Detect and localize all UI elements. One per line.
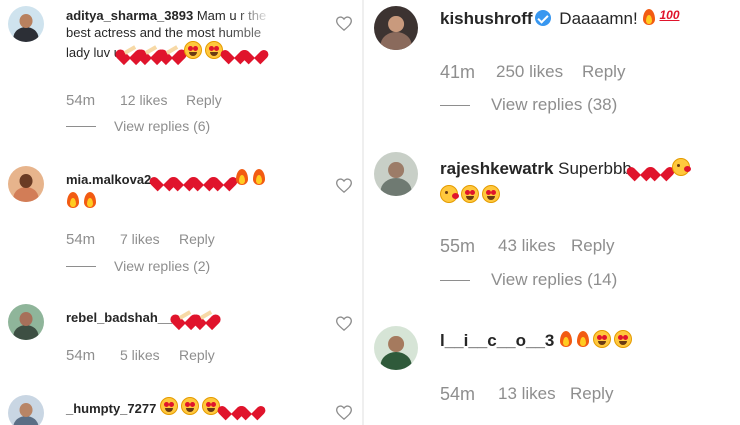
comments-column-right: kishushroff Daaaamn! 100 41m 250 likes R… <box>364 0 740 425</box>
hundred-icon: 100 <box>659 8 680 22</box>
comment-likes[interactable]: 7 likes <box>120 231 160 247</box>
red-heart-icon <box>652 161 669 176</box>
heart-eyes-icon <box>159 397 178 415</box>
avatar[interactable] <box>8 395 44 425</box>
reply-button[interactable]: Reply <box>570 384 613 404</box>
replies-line <box>66 126 96 127</box>
comment-time: 41m <box>440 62 476 82</box>
comment-meta: 54m 12 likes Reply <box>66 92 266 110</box>
fire-icon <box>576 330 590 348</box>
replies-line <box>66 266 96 267</box>
comment-text: Daaaamn! <box>559 9 638 28</box>
comment-meta: 41m 250 likes Reply <box>440 62 690 82</box>
comment-body: mia.malkova2 <box>66 168 326 211</box>
view-replies-link[interactable]: View replies (6) <box>66 118 266 134</box>
heart-eyes-icon <box>593 330 612 348</box>
comment-likes[interactable]: 5 likes <box>120 347 160 363</box>
comment-time: 54m <box>440 384 476 404</box>
comment-likes[interactable]: 12 likes <box>120 92 167 108</box>
red-heart-icon <box>215 171 232 186</box>
comment-item: _humpty_7277 <box>0 385 362 425</box>
comment-time: 54m <box>66 92 96 109</box>
avatar[interactable] <box>8 166 44 202</box>
avatar[interactable] <box>8 304 44 340</box>
fire-icon <box>559 330 573 348</box>
comment-text: Mam u r the <box>196 8 267 23</box>
avatar[interactable] <box>374 152 418 196</box>
comment-username[interactable]: mia.malkova2 <box>66 172 151 187</box>
comment-body: rajeshkewatrk Superbbb <box>440 155 730 209</box>
comment-username[interactable]: kishushroff <box>440 9 533 28</box>
comment-body: l__i__c__o__3 <box>440 330 730 352</box>
red-heart-icon <box>246 44 263 59</box>
comment-username[interactable]: rebel_badshah__ <box>66 310 172 325</box>
reply-button[interactable]: Reply <box>179 347 215 363</box>
comment-meta: 55m 43 likes Reply <box>440 236 690 256</box>
replies-line <box>440 280 470 281</box>
comment-time: 54m <box>66 231 96 248</box>
comment-item: mia.malkova2 54m 7 likes Reply View repl… <box>0 150 362 290</box>
heart-eyes-icon <box>180 397 199 415</box>
replies-line <box>440 105 470 106</box>
comment-meta: 54m 13 likes Reply <box>440 384 690 404</box>
fire-icon <box>83 191 97 209</box>
comment-username[interactable]: aditya_sharma_3893 <box>66 8 193 23</box>
heart-eyes-icon <box>461 185 479 204</box>
comment-time: 55m <box>440 236 476 256</box>
comment-text: Superbbb <box>558 159 632 178</box>
avatar[interactable] <box>8 6 44 42</box>
comment-meta: 54m 5 likes Reply <box>66 347 266 365</box>
comment-text: best actress and the most humble <box>66 25 326 42</box>
comment-body: aditya_sharma_3893 Mam u r the best actr… <box>66 8 326 62</box>
like-heart-icon[interactable] <box>335 405 353 421</box>
like-heart-icon[interactable] <box>335 16 353 32</box>
heart-eyes-icon <box>183 41 202 60</box>
comment-item: rebel_badshah__ 54m 5 likes Reply <box>0 290 362 385</box>
fire-icon <box>642 8 656 26</box>
heart-hurt-icon <box>163 43 181 59</box>
fire-icon <box>252 168 266 186</box>
like-heart-icon[interactable] <box>335 316 353 332</box>
fire-icon <box>235 168 249 186</box>
comment-body: kishushroff Daaaamn! 100 <box>440 8 730 30</box>
heart-eyes-icon <box>614 330 633 348</box>
avatar[interactable] <box>374 326 418 370</box>
comment-likes[interactable]: 250 likes <box>496 62 563 82</box>
reply-button[interactable]: Reply <box>571 236 614 256</box>
heart-hurt-icon <box>197 308 215 324</box>
kiss-face-icon <box>671 158 691 176</box>
heart-eyes-icon <box>482 185 500 204</box>
view-replies-link[interactable]: View replies (14) <box>440 270 690 290</box>
reply-button[interactable]: Reply <box>186 92 222 108</box>
like-heart-icon[interactable] <box>335 178 353 194</box>
red-heart-icon <box>243 400 260 415</box>
comment-body: rebel_badshah__ <box>66 308 326 327</box>
verified-badge-icon <box>534 10 551 26</box>
fire-icon <box>66 191 80 209</box>
comment-body: _humpty_7277 <box>66 397 326 418</box>
view-replies-link[interactable]: View replies (38) <box>440 95 690 115</box>
comment-item: l__i__c__o__3 54m 13 likes Reply <box>364 310 740 425</box>
comment-item: aditya_sharma_3893 Mam u r the best actr… <box>0 0 362 150</box>
comment-time: 54m <box>66 347 96 364</box>
kiss-face-icon <box>440 185 459 204</box>
comment-username[interactable]: _humpty_7277 <box>66 401 156 416</box>
comment-username[interactable]: rajeshkewatrk <box>440 159 553 178</box>
comment-likes[interactable]: 13 likes <box>498 384 556 404</box>
comment-item: rajeshkewatrk Superbbb 55m 43 likes Repl… <box>364 140 740 310</box>
reply-button[interactable]: Reply <box>582 62 625 82</box>
comments-column-left: aditya_sharma_3893 Mam u r the best actr… <box>0 0 362 425</box>
comment-item: kishushroff Daaaamn! 100 41m 250 likes R… <box>364 0 740 140</box>
comment-meta: 54m 7 likes Reply <box>66 231 266 249</box>
comment-text: lady luv u <box>66 45 121 61</box>
view-replies-link[interactable]: View replies (2) <box>66 258 266 274</box>
comment-username[interactable]: l__i__c__o__3 <box>440 331 554 350</box>
reply-button[interactable]: Reply <box>179 231 215 247</box>
avatar[interactable] <box>374 6 418 50</box>
comment-likes[interactable]: 43 likes <box>498 236 556 256</box>
